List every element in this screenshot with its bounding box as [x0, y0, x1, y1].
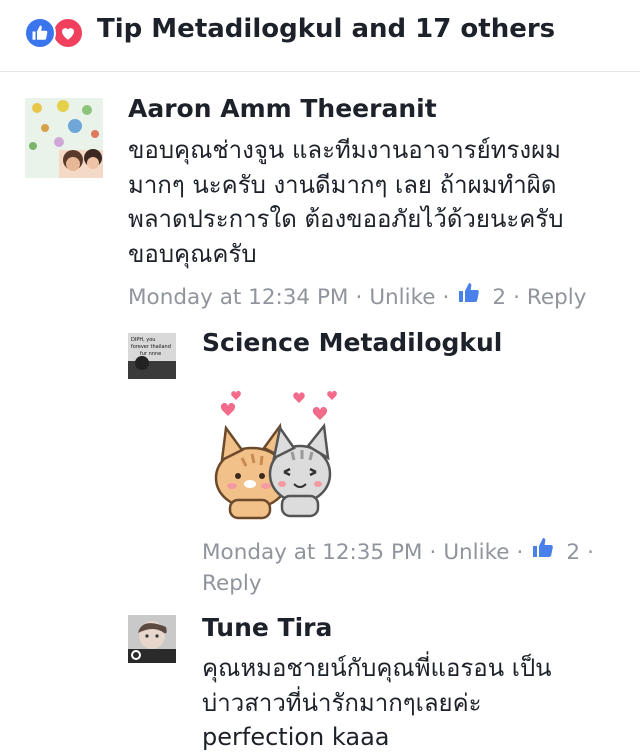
- avatar[interactable]: [128, 615, 176, 663]
- like-thumb-icon[interactable]: [456, 281, 482, 314]
- avatar[interactable]: DIPH, you forever thailand fur nnne: [128, 333, 176, 379]
- reactions-summary[interactable]: Tip Metadilogkul and 17 others: [97, 14, 555, 44]
- reply-link[interactable]: Reply: [202, 569, 262, 599]
- avatar-caption: fur nnne: [140, 351, 161, 357]
- reaction-icons: [24, 17, 90, 49]
- avatar-caption: DIPH, you: [131, 337, 155, 343]
- like-icon: [24, 17, 56, 49]
- avatar-caption: forever thailand: [131, 344, 171, 350]
- comment-meta: Monday at 12:34 PM · Unlike · 2 · Reply: [128, 281, 586, 314]
- comment-author[interactable]: Science Metadilogkul: [202, 328, 502, 357]
- separator: ·: [516, 539, 524, 565]
- love-icon: [52, 17, 84, 49]
- comment-author[interactable]: Tune Tira: [202, 613, 332, 642]
- comment-meta: Monday at 12:35 PM · Unlike · 2 ·Reply: [202, 536, 622, 599]
- separator: ·: [429, 539, 437, 565]
- reply-link[interactable]: Reply: [527, 283, 587, 313]
- like-thumb-icon[interactable]: [530, 536, 556, 569]
- comment-text: ขอบคุณช่างจูน และทีมงานอาจารย์ทรงผม มากๆ…: [128, 136, 564, 268]
- unlike-link[interactable]: Unlike: [443, 538, 509, 568]
- like-count[interactable]: 2: [566, 538, 580, 568]
- comment-text: คุณหมอชายน์กับคุณพี่แอรอน เป็น บ่าวสาวที…: [202, 654, 552, 751]
- separator: ·: [587, 539, 594, 565]
- avatar[interactable]: [25, 98, 103, 178]
- separator: ·: [355, 284, 363, 310]
- cat-sticker: [202, 388, 350, 524]
- comment-timestamp[interactable]: Monday at 12:35 PM: [202, 538, 422, 568]
- unlike-link[interactable]: Unlike: [369, 283, 435, 313]
- like-count[interactable]: 2: [492, 283, 506, 313]
- reactions-bar[interactable]: Tip Metadilogkul and 17 others: [0, 0, 640, 72]
- comment-timestamp[interactable]: Monday at 12:34 PM: [128, 283, 348, 313]
- separator: ·: [513, 284, 520, 310]
- comment-author[interactable]: Aaron Amm Theeranit: [128, 94, 437, 123]
- separator: ·: [442, 284, 450, 310]
